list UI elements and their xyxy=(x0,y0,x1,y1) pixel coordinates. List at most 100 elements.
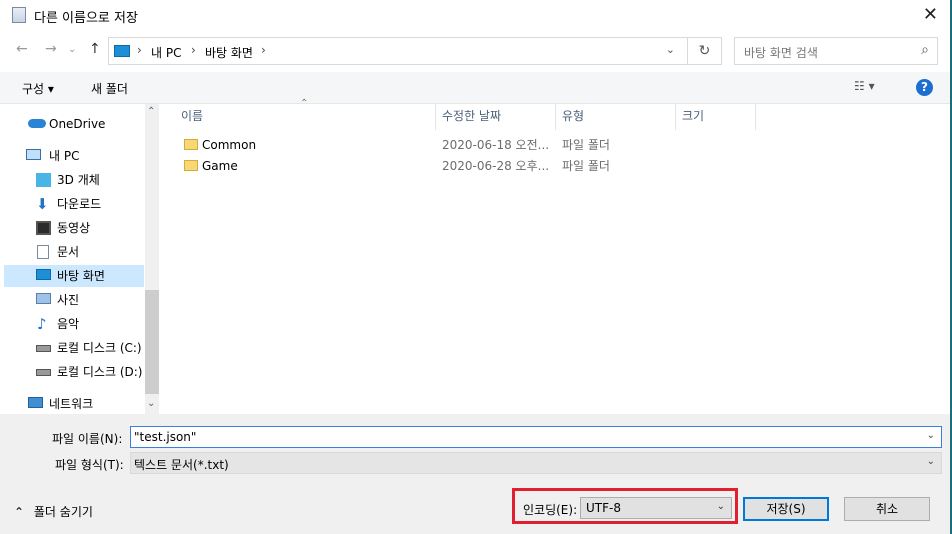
chevron-right-icon[interactable]: › xyxy=(137,43,142,57)
toolbar: 구성 ▾ 새 폴더 ☷ ▾ ? xyxy=(0,72,952,104)
document-icon xyxy=(37,245,49,259)
sidebar-item-label: 동영상 xyxy=(57,221,91,235)
hide-folders-button[interactable]: ⌃ 폴더 숨기기 xyxy=(14,503,93,520)
column-header-name[interactable]: 이름 xyxy=(175,104,436,130)
drive-icon xyxy=(36,369,51,376)
file-modified: 2020-06-28 오후... xyxy=(442,159,550,173)
file-name: Common xyxy=(202,138,257,152)
pc-icon xyxy=(114,45,130,57)
chevron-down-icon[interactable]: ⌄ xyxy=(666,43,675,56)
window-title: 다른 이름으로 저장 xyxy=(34,11,138,26)
download-arrow-icon: ⬇ xyxy=(36,195,49,213)
chevron-down-icon[interactable]: ⌄ xyxy=(717,501,725,512)
navigation-bar: ← → ⌄ ↑ › 내 PC › 바탕 화면 › ⌄ ↻ 바탕 화면 검색 ⌕ xyxy=(0,30,952,72)
navigation-pane: OneDrive 내 PC 3D 개체 ⬇ 다운로드 동영상 문서 바탕 화면 … xyxy=(0,104,160,414)
sidebar-scrollbar[interactable]: ⌃ ⌄ xyxy=(145,104,159,414)
table-row[interactable]: Game 2020-06-28 오후... 파일 폴더 xyxy=(180,156,620,176)
sidebar-item-label: 로컬 디스크 (C:) xyxy=(57,341,142,355)
column-header-size[interactable]: 크기 xyxy=(676,104,756,130)
sidebar-item-desktop[interactable]: 바탕 화면 xyxy=(4,265,144,287)
sidebar-item-local-disk-d[interactable]: 로컬 디스크 (D:) xyxy=(4,361,144,383)
drive-icon xyxy=(36,345,51,352)
cloud-icon xyxy=(28,119,46,128)
encoding-select[interactable]: UTF-8 ⌄ xyxy=(580,497,732,519)
column-header-modified[interactable]: 수정한 날짜 xyxy=(436,104,556,130)
column-header-type[interactable]: 유형 xyxy=(556,104,676,130)
sidebar-item-label: OneDrive xyxy=(49,117,106,131)
save-panel: 파일 이름(N): "test.json" ⌄ 파일 형식(T): 텍스트 문서… xyxy=(0,414,952,534)
picture-icon xyxy=(36,293,51,304)
back-arrow-icon[interactable]: ← xyxy=(16,41,28,57)
scroll-down-icon[interactable]: ⌄ xyxy=(147,398,155,409)
cancel-button[interactable]: 취소 xyxy=(844,497,930,521)
title-bar: 다른 이름으로 저장 ✕ xyxy=(0,0,952,30)
sidebar-item-label: 로컬 디스크 (D:) xyxy=(57,365,143,379)
sidebar-item-label: 사진 xyxy=(57,293,80,307)
breadcrumb-desktop[interactable]: 바탕 화면 xyxy=(205,44,253,61)
file-name: Game xyxy=(202,159,238,173)
encoding-label: 인코딩(E): xyxy=(523,503,578,517)
pc-icon xyxy=(26,149,41,160)
sidebar-item-onedrive[interactable]: OneDrive xyxy=(4,113,144,135)
sidebar-item-local-disk-c[interactable]: 로컬 디스크 (C:) xyxy=(4,337,144,359)
sidebar-item-label: 다운로드 xyxy=(57,197,102,211)
scrollbar-thumb[interactable] xyxy=(145,290,159,394)
sidebar-item-videos[interactable]: 동영상 xyxy=(4,217,144,239)
chevron-right-icon[interactable]: › xyxy=(261,43,266,57)
search-input[interactable]: 바탕 화면 검색 ⌕ xyxy=(734,37,938,65)
sidebar-item-label: 바탕 화면 xyxy=(57,269,105,283)
file-list: ⌃ 이름 수정한 날짜 유형 크기 Common 2020-06-18 오전..… xyxy=(160,98,952,414)
file-type: 파일 폴더 xyxy=(562,138,610,152)
filename-value: "test.json" xyxy=(134,430,197,444)
folder-icon xyxy=(184,139,198,150)
sidebar-item-label: 3D 개체 xyxy=(57,173,100,187)
new-folder-button[interactable]: 새 폴더 xyxy=(91,80,128,97)
sidebar-item-music[interactable]: ♪ 음악 xyxy=(4,313,144,335)
folder-icon xyxy=(184,160,198,171)
sidebar-item-label: 문서 xyxy=(57,245,80,259)
cube-icon xyxy=(36,173,51,187)
close-button[interactable]: ✕ xyxy=(923,4,938,25)
recent-dropdown-icon[interactable]: ⌄ xyxy=(68,44,76,55)
notepad-icon xyxy=(12,7,26,23)
sidebar-item-3d-objects[interactable]: 3D 개체 xyxy=(4,169,144,191)
network-icon xyxy=(28,397,43,408)
sidebar-item-downloads[interactable]: ⬇ 다운로드 xyxy=(4,193,144,215)
chevron-right-icon[interactable]: › xyxy=(191,43,196,57)
filetype-label: 파일 형식(T): xyxy=(55,458,124,472)
sidebar-item-label: 내 PC xyxy=(49,149,80,163)
filename-field[interactable]: "test.json" ⌄ xyxy=(130,426,942,448)
chevron-down-icon[interactable]: ⌄ xyxy=(927,430,935,441)
address-bar[interactable]: › 내 PC › 바탕 화면 › ⌄ ↻ xyxy=(108,37,722,65)
view-options-button[interactable]: ☷ ▾ xyxy=(854,79,875,93)
search-placeholder: 바탕 화면 검색 xyxy=(744,46,818,60)
encoding-value: UTF-8 xyxy=(586,501,621,515)
file-modified: 2020-06-18 오전... xyxy=(442,138,550,152)
sidebar-item-network[interactable]: 네트워크 xyxy=(4,393,144,414)
help-icon[interactable]: ? xyxy=(916,79,933,96)
sidebar-item-this-pc[interactable]: 내 PC xyxy=(4,145,144,167)
hide-folders-label: 폴더 숨기기 xyxy=(33,505,93,519)
forward-arrow-icon[interactable]: → xyxy=(45,41,57,57)
filetype-value: 텍스트 문서(*.txt) xyxy=(134,458,229,472)
filetype-select[interactable]: 텍스트 문서(*.txt) ⌄ xyxy=(130,452,942,474)
save-button[interactable]: 저장(S) xyxy=(743,497,829,521)
filename-label: 파일 이름(N): xyxy=(52,432,123,446)
file-type: 파일 폴더 xyxy=(562,159,610,173)
table-row[interactable]: Common 2020-06-18 오전... 파일 폴더 xyxy=(180,135,620,155)
breadcrumb-pc[interactable]: 내 PC xyxy=(151,44,181,61)
sidebar-item-label: 음악 xyxy=(57,317,80,331)
search-icon[interactable]: ⌕ xyxy=(921,42,929,58)
music-note-icon: ♪ xyxy=(37,315,47,333)
sidebar-item-documents[interactable]: 문서 xyxy=(4,241,144,263)
sidebar-item-label: 네트워크 xyxy=(49,397,94,411)
refresh-button[interactable]: ↻ xyxy=(687,38,721,64)
film-icon xyxy=(36,221,51,235)
scroll-up-icon[interactable]: ⌃ xyxy=(147,106,155,117)
chevron-up-icon: ⌃ xyxy=(14,505,25,519)
up-arrow-icon[interactable]: ↑ xyxy=(89,41,101,57)
desktop-icon xyxy=(36,269,51,280)
sidebar-item-pictures[interactable]: 사진 xyxy=(4,289,144,311)
organize-button[interactable]: 구성 ▾ xyxy=(22,80,54,97)
chevron-down-icon[interactable]: ⌄ xyxy=(927,456,935,467)
